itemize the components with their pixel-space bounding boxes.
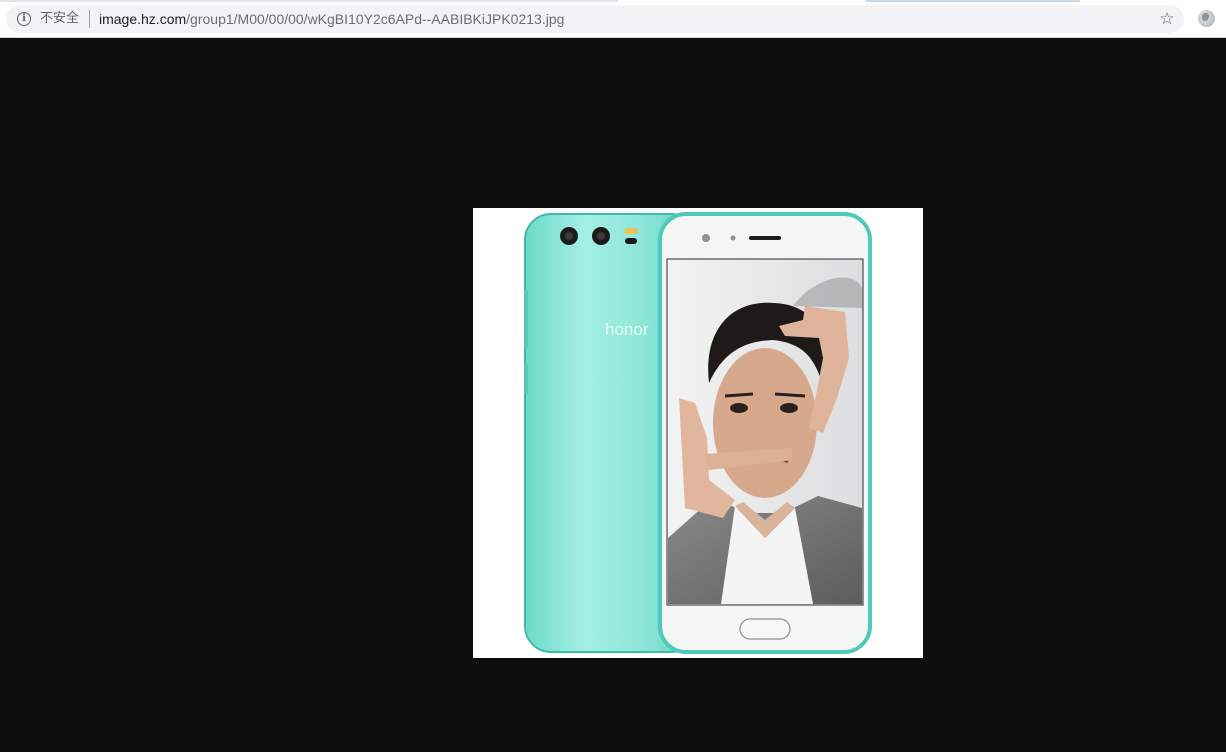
address-bar[interactable]: i 不安全 image.hz.com/group1/M00/00/00/wKgB… [6,5,1184,33]
info-icon[interactable]: i [17,12,31,26]
tab-strip-edge [0,0,1226,2]
security-label[interactable]: 不安全 [40,11,79,27]
product-image[interactable]: honor [473,208,923,658]
brand-text: honor [605,320,649,339]
url-text[interactable]: image.hz.com/group1/M00/00/00/wKgBI10Y2c… [99,11,564,27]
address-separator [89,10,90,28]
url-host: image.hz.com [99,11,187,27]
url-path: /group1/M00/00/00/wKgBI10Y2c6APd--AABIBK… [186,11,565,27]
browser-toolbar: i 不安全 image.hz.com/group1/M00/00/00/wKgB… [0,0,1226,38]
globe-icon[interactable] [1198,10,1215,27]
phone-illustration: honor [524,212,872,654]
star-icon[interactable]: ☆ [1157,8,1177,30]
